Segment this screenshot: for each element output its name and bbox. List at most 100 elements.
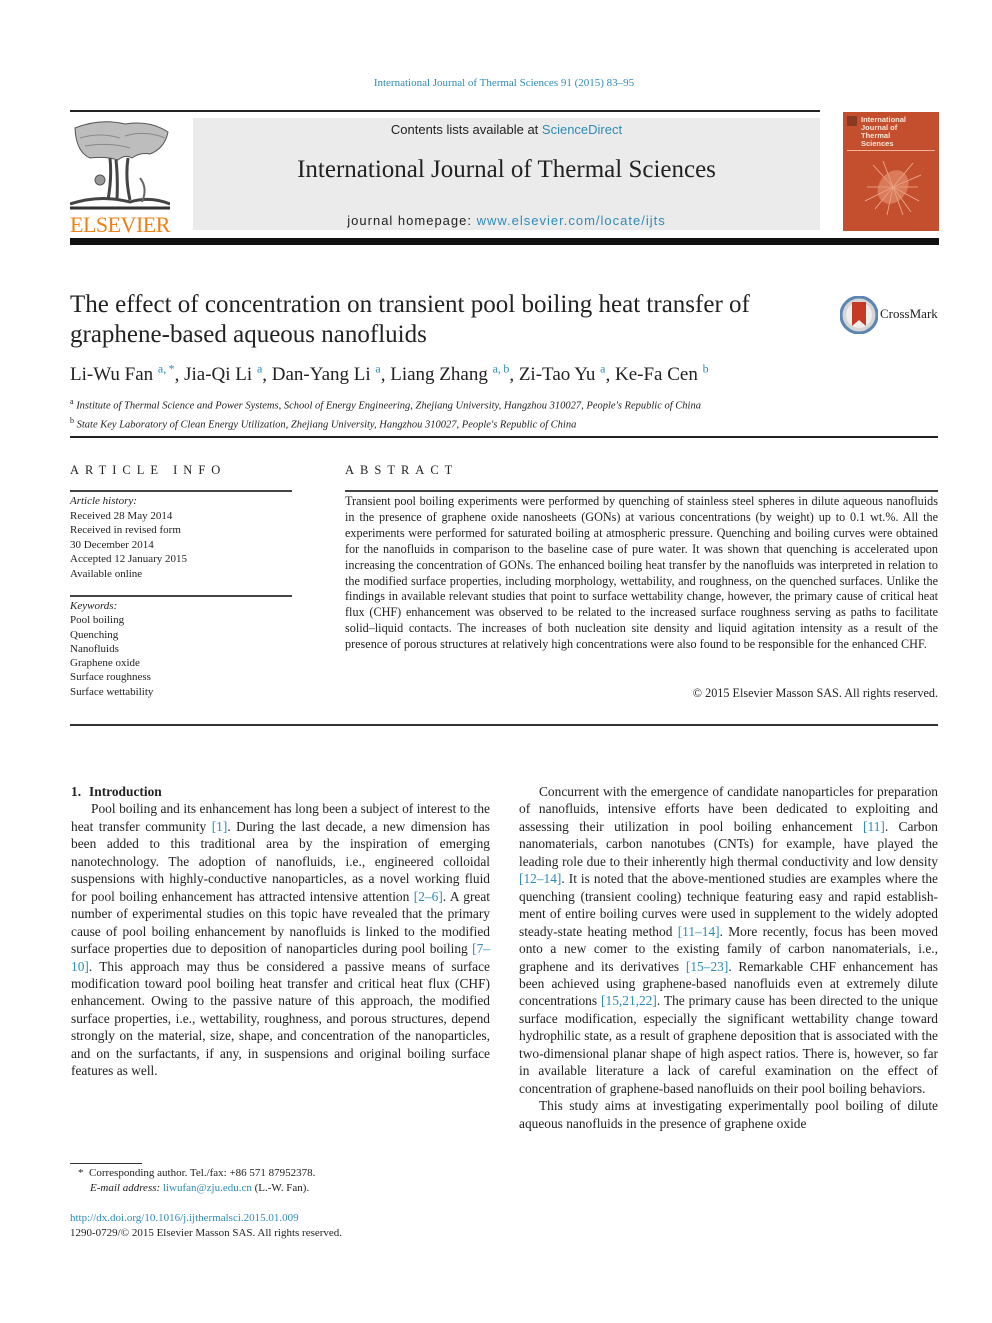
keyword: Quenching	[70, 628, 119, 641]
history-item: Received 28 May 2014	[70, 509, 173, 522]
paragraph-text: . The primary cause has been directed to…	[519, 993, 938, 1096]
email-suffix: (L.-W. Fan).	[251, 1182, 310, 1194]
body-column-right: Concurrent with the emergence of candida…	[519, 783, 938, 1132]
section-number: 1.	[71, 784, 82, 799]
author[interactable]: Dan-Yang Li a	[271, 362, 381, 386]
author-name: Jia-Qi Li	[184, 364, 253, 386]
citation-link[interactable]: [12–14]	[519, 871, 561, 886]
sciencedirect-link[interactable]: ScienceDirect	[542, 122, 622, 137]
abstract-text: Transient pool boiling experiments were …	[345, 494, 938, 652]
author[interactable]: Zi-Tao Yu a	[518, 362, 606, 386]
citation-link[interactable]: [11]	[863, 819, 885, 834]
author-separator: ,	[605, 364, 615, 386]
affiliation-mark: b	[70, 415, 74, 425]
crossmark-icon	[840, 296, 878, 334]
doi-link[interactable]: http://dx.doi.org/10.1016/j.ijthermalsci…	[70, 1212, 299, 1224]
keyword: Pool boiling	[70, 614, 125, 627]
corresponding-author-note: * Corresponding author. Tel./fax: +86 57…	[78, 1167, 316, 1179]
article-title: The effect of concentration on transient…	[70, 291, 750, 348]
cover-publisher-emblem-icon	[847, 116, 857, 126]
issn-copyright: 1290-0729/© 2015 Elsevier Masson SAS. Al…	[70, 1227, 343, 1239]
abstract-rule	[345, 490, 938, 492]
author[interactable]: Li-Wu Fan a, *	[70, 362, 175, 386]
front-matter-rule	[70, 724, 938, 726]
crossmark-button[interactable]: CrossMark	[840, 296, 940, 336]
masthead-bottom-rule	[70, 238, 939, 245]
author-name: Ke-Fa Cen	[615, 364, 698, 386]
author-separator: ,	[380, 364, 391, 386]
cover-divider	[847, 150, 935, 151]
author-list: Li-Wu Fan a, *, Jia-Qi Li a, Dan-Yang Li…	[70, 362, 930, 386]
article-info-heading: ARTICLE INFO	[70, 463, 227, 477]
author-name: Zi-Tao Yu	[518, 364, 596, 386]
author[interactable]: Jia-Qi Li a	[184, 362, 262, 386]
paragraph-text: . This approach may thus be considered a…	[71, 958, 490, 1079]
cover-title: International Journal of Thermal Science…	[861, 115, 907, 148]
body-column-left: 1. Introduction Pool boiling and its enha…	[71, 783, 490, 1080]
journal-banner: Contents lists available at ScienceDirec…	[193, 118, 820, 230]
email-line: E-mail address: liwufan@zju.edu.cn (L.-W…	[70, 1181, 490, 1196]
history-item: Accepted 12 January 2015	[70, 553, 187, 565]
journal-title: International Journal of Thermal Science…	[297, 156, 716, 183]
journal-cover-thumbnail[interactable]: International Journal of Thermal Science…	[843, 112, 939, 231]
journal-homepage: journal homepage: www.elsevier.com/locat…	[193, 213, 820, 228]
history-item: 30 December 2014	[70, 538, 154, 551]
keywords: Keywords: Pool boiling Quenching Nanoflu…	[70, 599, 292, 699]
author-affiliation-mark[interactable]: a, *	[158, 362, 175, 376]
paragraph: Concurrent with the emergence of candida…	[519, 783, 938, 1097]
elsevier-logo[interactable]: ELSEVIER	[69, 118, 172, 237]
article-info-rule	[70, 490, 292, 492]
keyword: Surface roughness	[70, 671, 151, 684]
paragraph: Pool boiling and its enhancement has lon…	[71, 800, 490, 1079]
affiliation-text: Institute of Thermal Science and Power S…	[76, 400, 701, 412]
running-header[interactable]: International Journal of Thermal Science…	[0, 77, 992, 89]
author-affiliation-mark[interactable]: a, b	[493, 362, 510, 376]
citation-link[interactable]: [15,21,22]	[601, 993, 657, 1008]
author[interactable]: Liang Zhang a, b	[390, 362, 510, 386]
homepage-link[interactable]: www.elsevier.com/locate/ijts	[477, 213, 666, 228]
affiliation: a Institute of Thermal Science and Power…	[70, 395, 930, 414]
article-history: Article history: Received 28 May 2014 Re…	[70, 494, 292, 581]
affiliations: a Institute of Thermal Science and Power…	[70, 395, 930, 432]
contents-line: Contents lists available at ScienceDirec…	[193, 122, 820, 137]
author-affiliation-mark[interactable]: b	[703, 362, 709, 376]
author-name: Liang Zhang	[390, 364, 488, 386]
doi-block: http://dx.doi.org/10.1016/j.ijthermalsci…	[70, 1211, 490, 1241]
keyword: Surface wettability	[70, 685, 154, 698]
crossmark-label: CrossMark	[880, 306, 938, 321]
author-name: Dan-Yang Li	[271, 364, 371, 386]
citation-link[interactable]: [2–6]	[414, 889, 443, 904]
homepage-prefix: journal homepage:	[347, 213, 477, 228]
journal-citation-link[interactable]: International Journal of Thermal Science…	[374, 77, 634, 89]
author-separator: ,	[262, 364, 272, 386]
author[interactable]: Ke-Fa Cen b	[615, 362, 709, 386]
title-block-rule	[70, 436, 938, 438]
citation-link[interactable]: [15–23]	[686, 959, 728, 974]
citation-link[interactable]: [1]	[212, 819, 228, 834]
masthead-top-rule	[70, 110, 820, 112]
paragraph-text: This study aims at investigating experim…	[519, 1098, 938, 1131]
keyword: Nanofluids	[70, 642, 119, 655]
author-name: Li-Wu Fan	[70, 364, 154, 386]
paragraph: This study aims at investigating experim…	[519, 1097, 938, 1132]
cover-image-icon	[864, 160, 922, 216]
affiliation-mark: a	[70, 397, 74, 406]
history-item: Received in revised form	[70, 524, 181, 536]
section-title: Introduction	[89, 784, 162, 799]
author-separator: ,	[509, 364, 519, 386]
affiliation-text: State Key Laboratory of Clean Energy Uti…	[76, 419, 577, 430]
history-item: Available online	[70, 567, 143, 580]
keywords-label: Keywords:	[70, 600, 118, 612]
section-heading: 1. Introduction	[71, 783, 490, 800]
history-label: Article history:	[70, 495, 137, 507]
elsevier-tree-icon	[69, 121, 171, 210]
footnote-rule	[70, 1163, 142, 1164]
contents-prefix: Contents lists available at	[390, 122, 542, 137]
author-separator: ,	[174, 364, 185, 386]
citation-link[interactable]: [11–14]	[678, 924, 720, 939]
corresponding-author-footnote: * Corresponding author. Tel./fax: +86 57…	[70, 1166, 490, 1196]
email-link[interactable]: liwufan@zju.edu.cn	[163, 1182, 252, 1194]
abstract-heading: ABSTRACT	[345, 463, 459, 477]
email-label: E-mail address:	[90, 1182, 163, 1194]
keyword: Graphene oxide	[70, 657, 140, 670]
